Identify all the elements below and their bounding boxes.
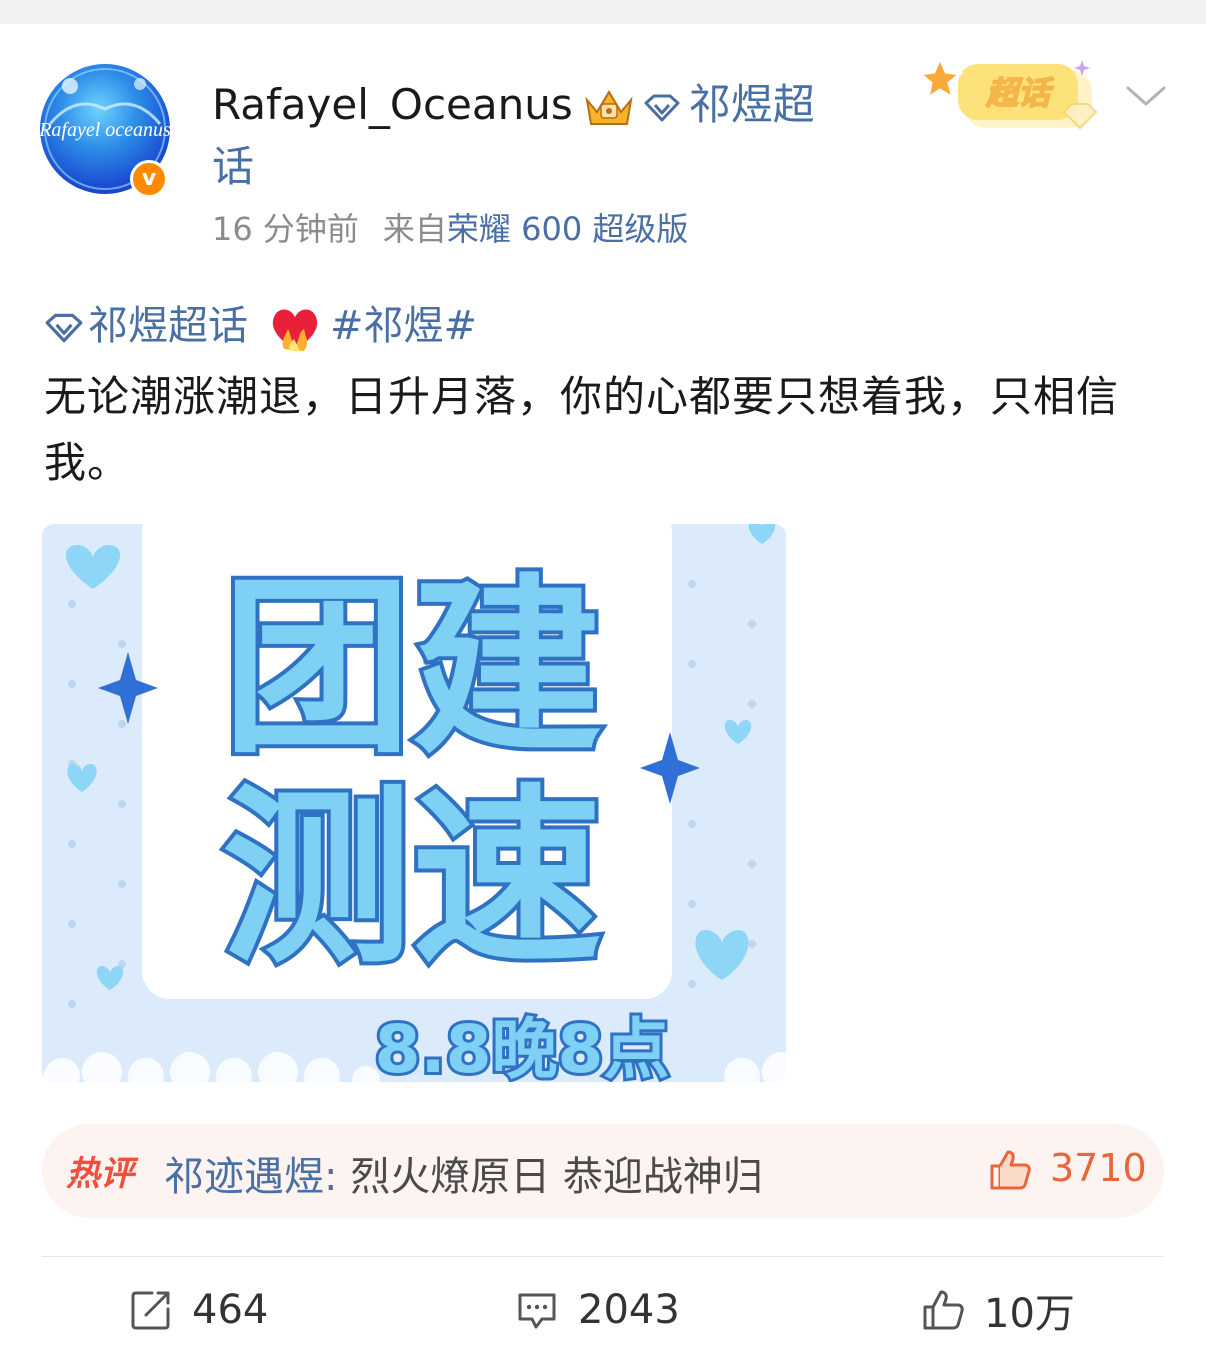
thumbs-up-icon: [923, 1290, 964, 1330]
post-meta: 16 分钟前 来自荣耀 600 超级版: [212, 204, 688, 250]
hot-comment-user[interactable]: 祁迹遇煜:: [164, 1154, 337, 1200]
image-title-line2: 测速: [222, 768, 602, 989]
crown-icon: [585, 89, 633, 125]
hot-comment-label: 热评: [66, 1154, 134, 1194]
topic-tag[interactable]: 祁煜超话: [88, 303, 248, 349]
post-image-art: 团建 测速 8.8晚8点: [42, 524, 786, 1082]
thumbs-up-icon[interactable]: [986, 1146, 1034, 1194]
divider: [42, 1256, 1164, 1257]
chaohua-badge[interactable]: 超话: [920, 54, 1110, 138]
comment-icon: [518, 1293, 556, 1329]
verified-badge-icon: v: [130, 160, 168, 198]
chevron-down-icon[interactable]: [1124, 82, 1168, 110]
source-device[interactable]: 荣耀 600 超级版: [447, 210, 688, 248]
post-image[interactable]: 团建 测速 8.8晚8点: [42, 524, 786, 1082]
status-strip: [0, 0, 1206, 24]
like-count: 10万: [984, 1291, 1075, 1337]
hot-comment-body: 烈火燎原日 恭迎战神归: [337, 1154, 763, 1200]
diamond-icon: [45, 313, 83, 343]
like-button[interactable]: 10万: [920, 1282, 1075, 1338]
topic-row: 祁煜超话 #祁煜#: [44, 296, 477, 357]
repost-icon: [131, 1291, 170, 1330]
source-prefix: 来自: [382, 210, 447, 248]
post-header: Rafayel_Oceanus 祁煜超 话: [212, 74, 852, 198]
topic-link[interactable]: 祁煜超: [689, 80, 815, 129]
hot-comment-text: 祁迹遇煜: 烈火燎原日 恭迎战神归: [164, 1144, 763, 1202]
username[interactable]: Rafayel_Oceanus: [212, 80, 573, 129]
diamond-icon: [644, 94, 680, 121]
hot-comment-like-count: 3710: [1050, 1146, 1147, 1190]
topic-link-cont[interactable]: 话: [212, 142, 254, 191]
avatar-text: Rafayel oceanus: [40, 119, 170, 141]
hashtag[interactable]: #祁煜#: [330, 303, 477, 349]
hot-comment[interactable]: 热评 祁迹遇煜: 烈火燎原日 恭迎战神归 3710: [42, 1124, 1164, 1218]
fire-heart-icon: [272, 309, 318, 351]
comment-button[interactable]: 2043: [514, 1282, 680, 1338]
image-title-line1: 团建: [222, 558, 602, 779]
repost-count: 464: [192, 1287, 269, 1333]
repost-button[interactable]: 464: [128, 1282, 268, 1338]
chaohua-badge-label: 超话: [985, 74, 1054, 112]
post-text: 无论潮涨潮退，日升月落，你的心都要只想着我，只相信我。: [44, 372, 1120, 487]
comment-count: 2043: [578, 1287, 680, 1333]
image-caption: 8.8晚8点: [375, 1011, 670, 1082]
post-time: 16 分钟前: [212, 210, 359, 248]
